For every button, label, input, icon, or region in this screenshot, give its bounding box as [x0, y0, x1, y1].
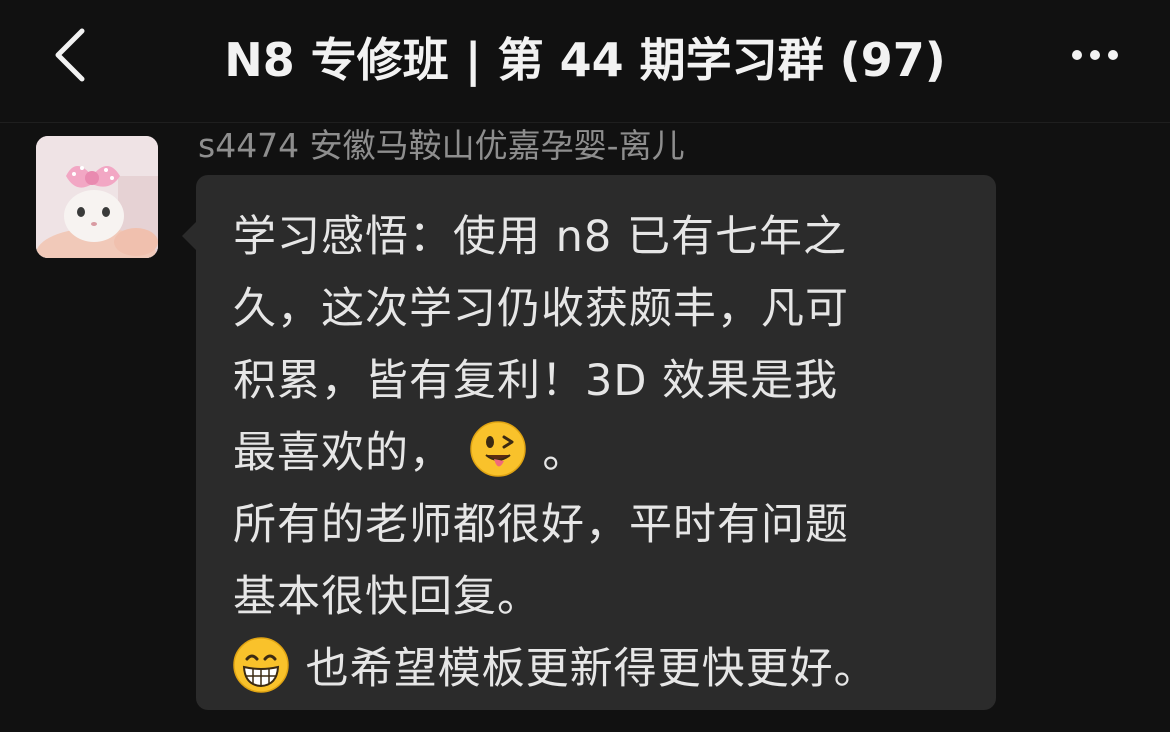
message-line: 久，这次学习仍收获颇丰，凡可	[233, 284, 849, 334]
message-line: 积累，皆有复利！3D 效果是我	[233, 356, 839, 406]
message-line: 也希望模板更新得更快更好。	[233, 633, 966, 705]
message-text: 最喜欢的，	[233, 428, 453, 478]
message-line: 最喜欢的， 。	[233, 417, 966, 489]
sender-name[interactable]: s4474 安徽马鞍山优嘉孕婴-离儿	[198, 124, 685, 168]
avatar-cat-image	[36, 136, 158, 258]
more-icon	[1108, 50, 1118, 60]
message-line: 基本很快回复。	[233, 572, 541, 622]
message-text: 。	[542, 428, 587, 478]
chevron-left-icon	[55, 28, 85, 82]
chat-title: N8 专修班 | 第 44 期学习群 (97)	[224, 33, 946, 87]
grinning-face-icon	[233, 637, 289, 693]
message-line: 所有的老师都很好，平时有问题	[233, 500, 849, 550]
back-button[interactable]	[40, 25, 100, 85]
more-options-button[interactable]	[1060, 25, 1130, 85]
chat-header: N8 专修班 | 第 44 期学习群 (97)	[0, 0, 1170, 123]
message-text: 也希望模板更新得更快更好。	[305, 644, 878, 694]
more-icon	[1090, 50, 1100, 60]
message-line: 学习感悟：使用 n8 已有七年之	[233, 212, 847, 262]
winking-face-with-tongue-icon	[469, 421, 526, 477]
more-icon	[1072, 50, 1082, 60]
message-bubble[interactable]: 学习感悟：使用 n8 已有七年之 久，这次学习仍收获颇丰，凡可 积累，皆有复利！…	[182, 175, 996, 710]
sender-avatar[interactable]	[36, 136, 158, 258]
